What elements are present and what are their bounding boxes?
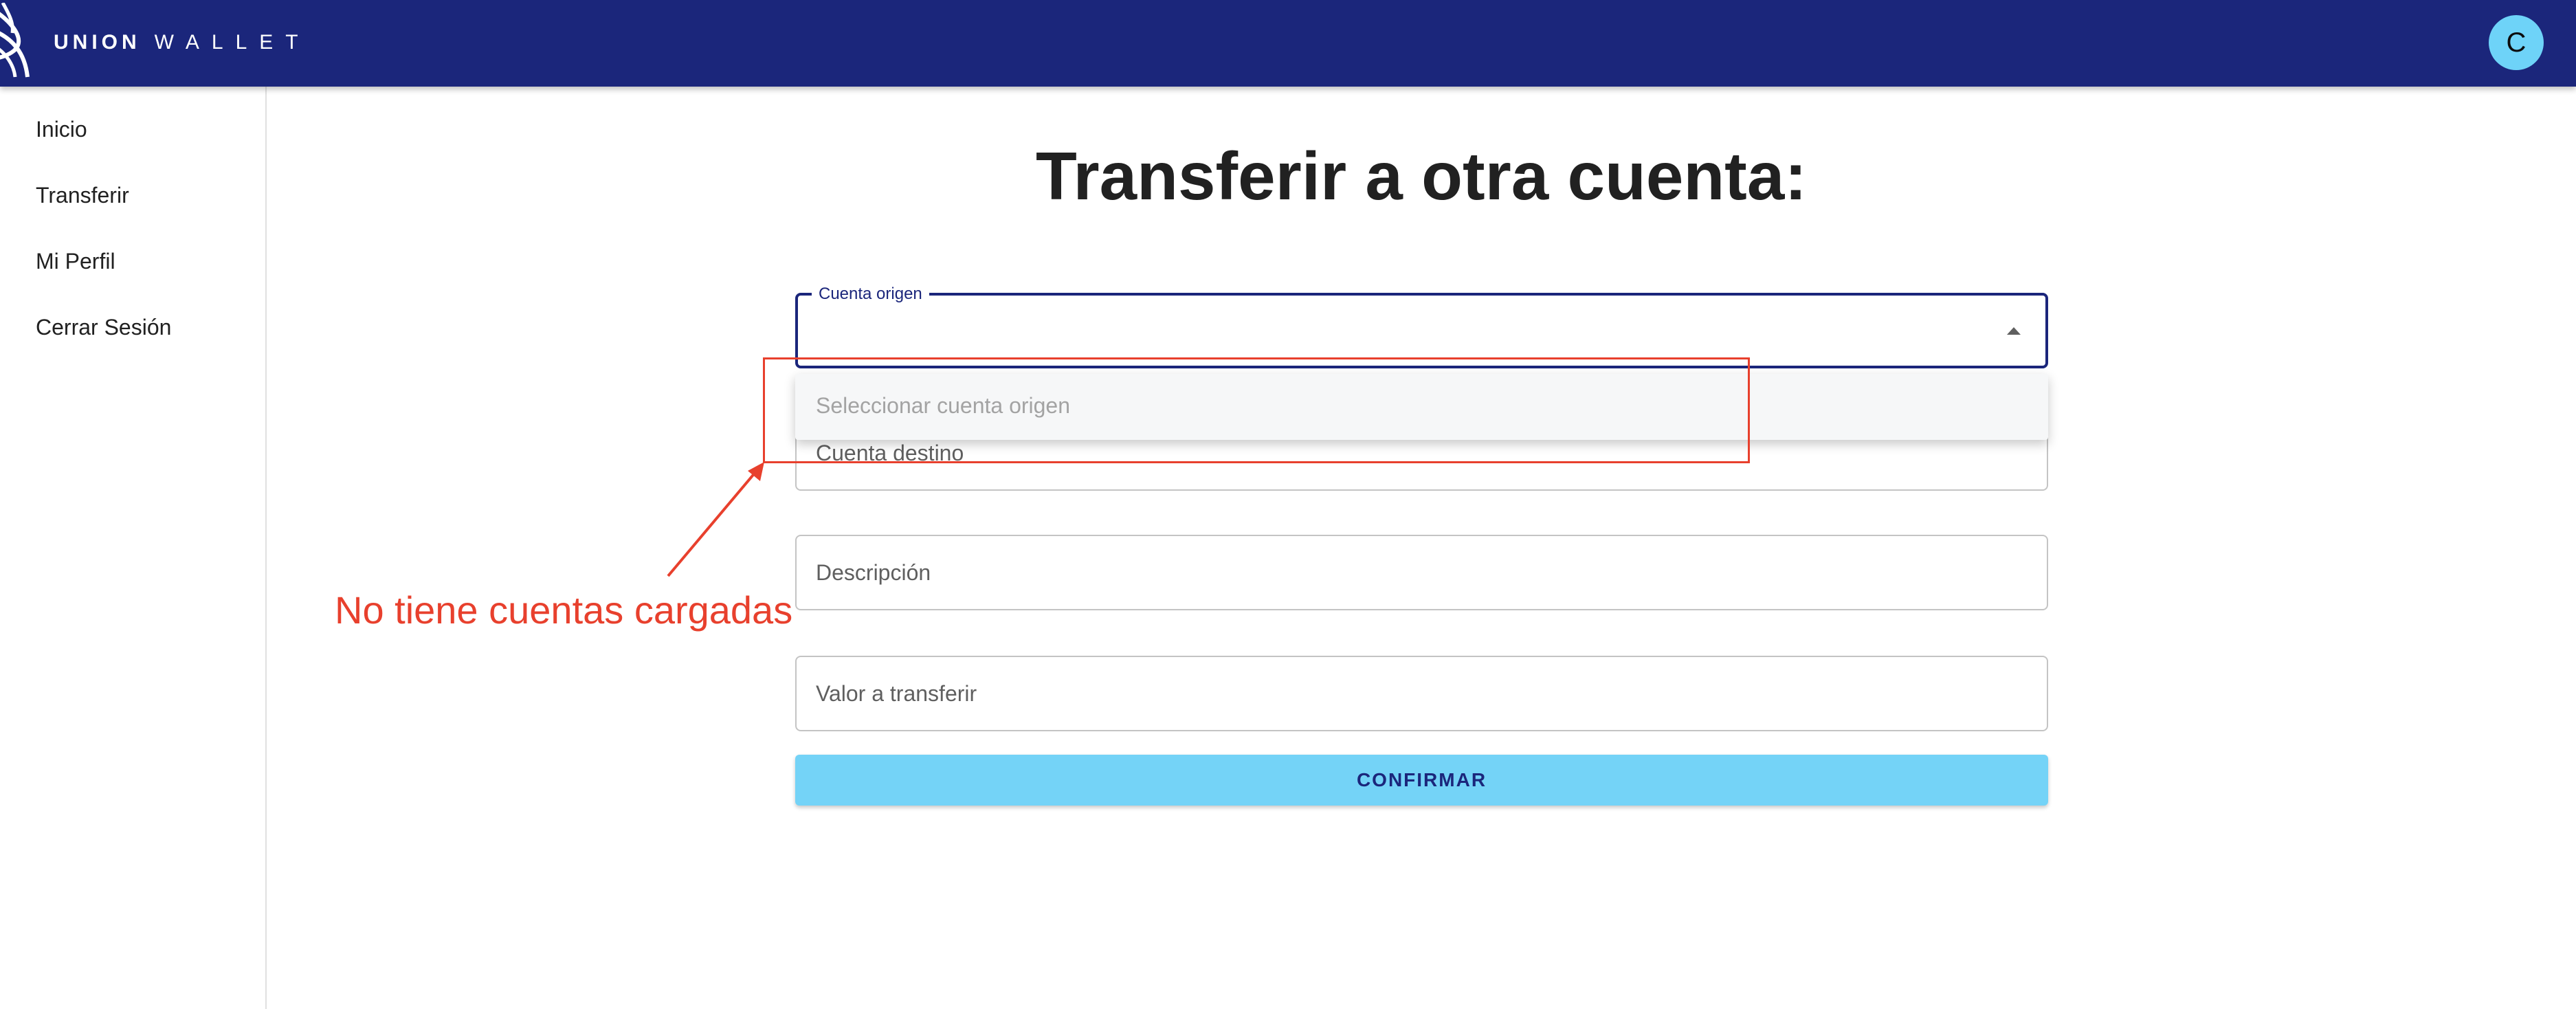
brand-name-strong: UNION [54, 31, 141, 54]
confirm-button[interactable]: CONFIRMAR [795, 755, 2048, 806]
dropdown-option-select-origin[interactable]: Seleccionar cuenta origen [816, 374, 1070, 437]
amount-field[interactable]: Valor a transferir [795, 656, 2048, 731]
user-avatar[interactable]: C [2489, 15, 2544, 70]
sidebar-item-mi-perfil[interactable]: Mi Perfil [36, 249, 115, 274]
description-field[interactable]: Descripción [795, 535, 2048, 610]
description-placeholder: Descripción [816, 559, 931, 585]
sidebar: Inicio Transferir Mi Perfil Cerrar Sesió… [0, 87, 267, 1009]
origin-account-dropdown: Seleccionar cuenta origen [795, 374, 2048, 440]
union-wallet-logo-icon[interactable] [0, 3, 34, 80]
caret-up-icon[interactable] [2007, 327, 2021, 335]
sidebar-item-cerrar-sesion[interactable]: Cerrar Sesión [36, 315, 171, 340]
sidebar-item-transferir[interactable]: Transferir [36, 183, 129, 208]
brand-name[interactable]: UNION WALLET [54, 26, 311, 59]
annotation-arrow-icon [667, 462, 764, 577]
annotation-text: No tiene cuentas cargadas [335, 588, 793, 632]
amount-placeholder: Valor a transferir [816, 680, 977, 706]
sidebar-item-inicio[interactable]: Inicio [36, 117, 87, 142]
origin-account-label: Cuenta origen [812, 285, 929, 304]
origin-account-select[interactable]: Cuenta origen [795, 285, 2048, 368]
page-title: Transferir a otra cuenta: [1036, 138, 1807, 214]
brand-name-light: WALLET [154, 31, 311, 54]
app-bar: UNION WALLET C [0, 0, 2576, 87]
